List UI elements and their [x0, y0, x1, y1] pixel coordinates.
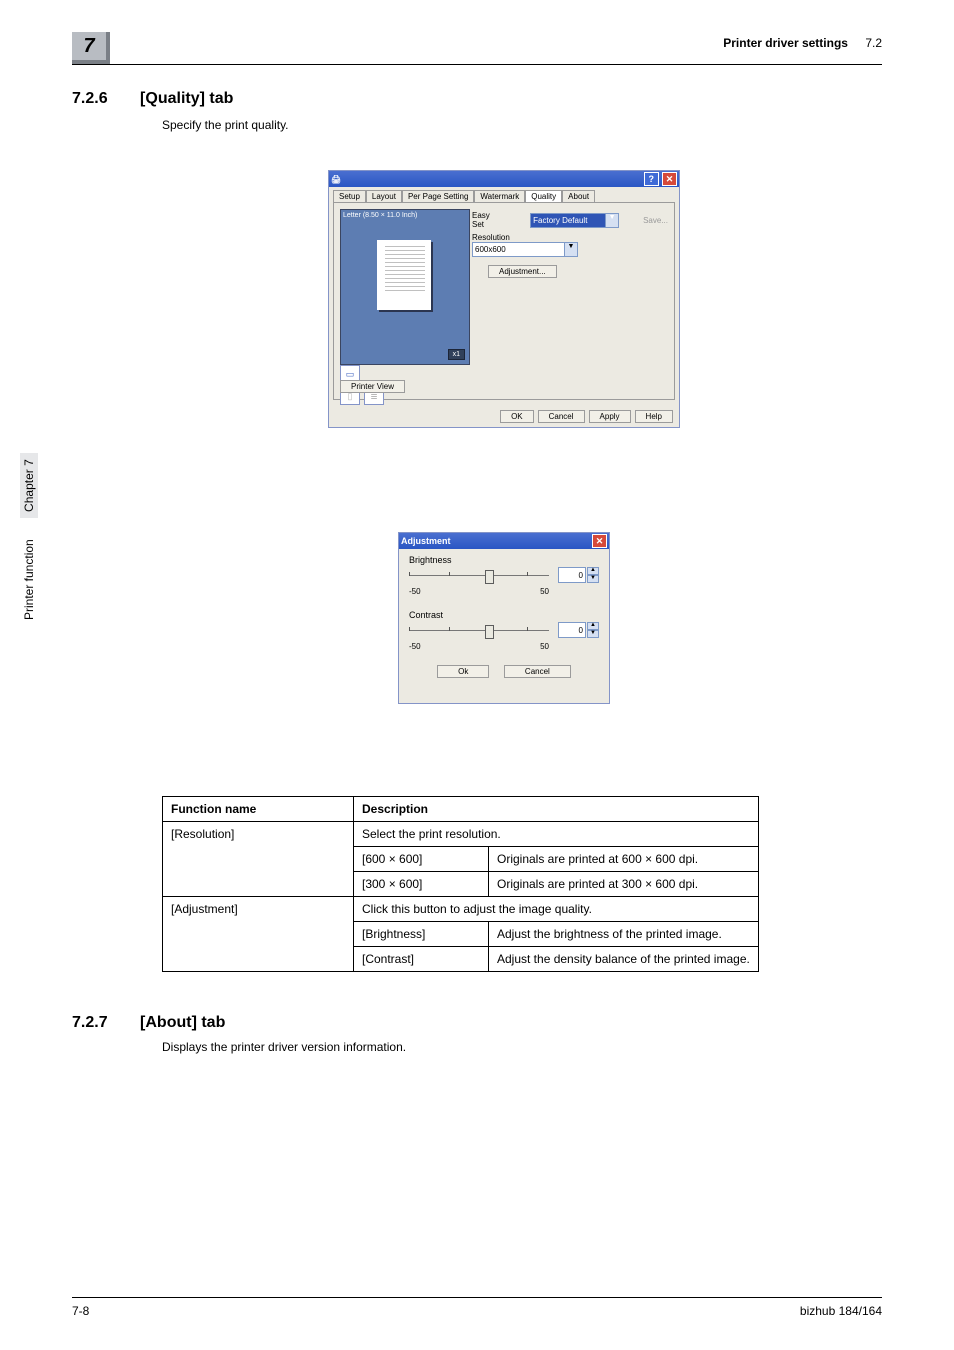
ok-button[interactable]: OK [500, 410, 534, 423]
resolution-label: Resolution [472, 233, 668, 242]
sidebar-section: Printer function [22, 539, 36, 620]
chevron-down-icon[interactable]: ▼ [605, 214, 618, 227]
row-resolution-name: [Resolution] [163, 822, 354, 897]
brightness-max: 50 [540, 587, 549, 596]
brightness-min: -50 [409, 587, 421, 596]
brightness-input[interactable] [558, 567, 586, 583]
spinner-up-icon[interactable]: ▲ [587, 567, 599, 575]
section-727-subtitle: Displays the printer driver version info… [162, 1040, 406, 1054]
adjustment-titlebar: Adjustment ✕ [399, 533, 609, 549]
contrast-slider[interactable]: ▲ ▼ [409, 622, 599, 642]
chapter-number-tab: 7 [72, 32, 110, 64]
preview-paper-icon [377, 240, 431, 310]
resolution-combo[interactable]: 600x600 ▼ [472, 242, 578, 257]
sidebar-chapter: Chapter 7 [20, 453, 38, 518]
preview-scale-label: x1 [448, 349, 465, 360]
dialog-tabs: Setup Layout Per Page Setting Watermark … [333, 190, 675, 202]
sidebar-label: Printer function Chapter 7 [22, 453, 36, 620]
tab-quality[interactable]: Quality [525, 190, 562, 202]
row-contrast-val: Adjust the density balance of the printe… [489, 947, 759, 972]
row-adj-desc: Click this button to adjust the image qu… [354, 897, 759, 922]
chevron-down-icon[interactable]: ▼ [564, 243, 577, 256]
quality-dialog: 🖨 ? ✕ Setup Layout Per Page Setting Wate… [328, 170, 680, 428]
quality-dialog-titlebar: 🖨 ? ✕ [329, 171, 679, 187]
printer-view-button[interactable]: Printer View [340, 380, 405, 393]
tab-setup[interactable]: Setup [333, 190, 366, 202]
printer-icon: 🖨 [331, 175, 341, 184]
preview-paper-label: Letter (8.50 × 11.0 Inch) [343, 212, 417, 219]
row-adj-name: [Adjustment] [163, 897, 354, 972]
apply-button[interactable]: Apply [589, 410, 631, 423]
easyset-combo[interactable]: Factory Default ▼ [530, 213, 619, 228]
footer-page-number: 7-8 [72, 1304, 89, 1318]
adjustment-title: Adjustment [401, 536, 451, 546]
help-icon[interactable]: ? [644, 172, 659, 186]
spinner-up-icon[interactable]: ▲ [587, 622, 599, 630]
row-contrast-key: [Contrast] [354, 947, 489, 972]
section-727-title: [About] tab [140, 1014, 225, 1031]
brightness-slider[interactable]: ▲ ▼ [409, 567, 599, 587]
header-title: Printer driver settings [723, 36, 848, 50]
contrast-label: Contrast [409, 610, 599, 620]
header-rule [72, 64, 882, 65]
brightness-label: Brightness [409, 555, 599, 565]
cancel-button[interactable]: Cancel [538, 410, 585, 423]
easyset-value: Factory Default [533, 216, 587, 225]
row-res-600-key: [600 × 600] [354, 847, 489, 872]
th-description: Description [354, 797, 759, 822]
adjustment-button[interactable]: Adjustment... [488, 265, 557, 278]
header-breadcrumb: Printer driver settings 7.2 [723, 36, 882, 50]
close-icon[interactable]: ✕ [662, 172, 677, 186]
contrast-min: -50 [409, 642, 421, 651]
spinner-down-icon[interactable]: ▼ [587, 575, 599, 583]
row-res-600-val: Originals are printed at 600 × 600 dpi. [489, 847, 759, 872]
row-brightness-key: [Brightness] [354, 922, 489, 947]
row-res-300-val: Originals are printed at 300 × 600 dpi. [489, 872, 759, 897]
section-726-heading: 7.2.6 [Quality] tab [72, 90, 233, 108]
row-brightness-val: Adjust the brightness of the printed ima… [489, 922, 759, 947]
section-726-title: [Quality] tab [140, 90, 233, 107]
tab-about[interactable]: About [562, 190, 595, 202]
row-res-300-key: [300 × 600] [354, 872, 489, 897]
contrast-max: 50 [540, 642, 549, 651]
spinner-down-icon[interactable]: ▼ [587, 630, 599, 638]
function-table: Function name Description [Resolution] S… [162, 796, 759, 972]
close-icon[interactable]: ✕ [592, 534, 607, 548]
contrast-input[interactable] [558, 622, 586, 638]
quality-tab-body: Letter (8.50 × 11.0 Inch) x1 ▭ ▯ ≣ [333, 202, 675, 400]
easyset-save-button[interactable]: Save... [643, 216, 668, 225]
header-section-ref: 7.2 [865, 36, 882, 50]
section-727-heading: 7.2.7 [About] tab [72, 1014, 225, 1032]
row-resolution-desc: Select the print resolution. [354, 822, 759, 847]
tab-per-page-setting[interactable]: Per Page Setting [402, 190, 474, 202]
th-function-name: Function name [163, 797, 354, 822]
adjustment-dialog: Adjustment ✕ Brightness ▲ [398, 532, 610, 704]
resolution-value: 600x600 [475, 245, 506, 254]
ok-button[interactable]: Ok [437, 665, 489, 678]
footer-rule [72, 1297, 882, 1298]
easyset-label: Easy Set [472, 211, 502, 229]
cancel-button[interactable]: Cancel [504, 665, 571, 678]
footer-product: bizhub 184/164 [800, 1304, 882, 1318]
section-726-number: 7.2.6 [72, 90, 108, 107]
tab-layout[interactable]: Layout [366, 190, 402, 202]
page-preview: Letter (8.50 × 11.0 Inch) x1 [340, 209, 470, 365]
tab-watermark[interactable]: Watermark [474, 190, 525, 202]
section-726-subtitle: Specify the print quality. [162, 118, 289, 132]
help-button[interactable]: Help [635, 410, 673, 423]
section-727-number: 7.2.7 [72, 1014, 108, 1031]
